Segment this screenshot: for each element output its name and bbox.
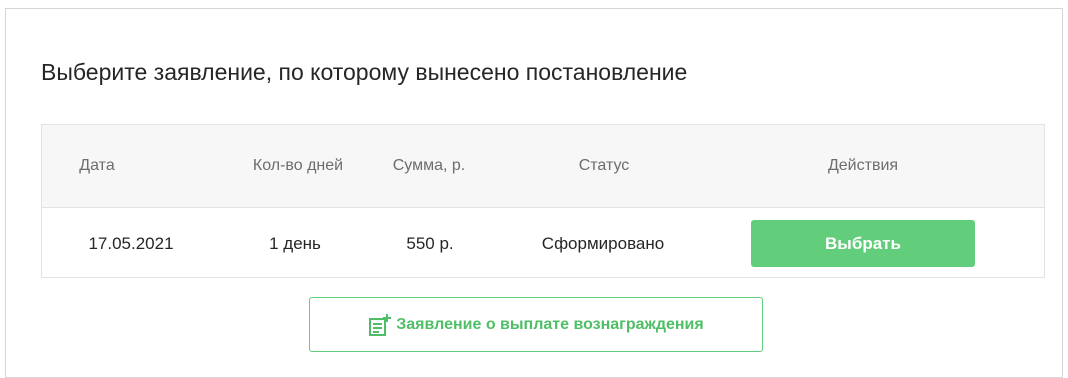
header-status: Статус — [578, 157, 630, 174]
add-application-label: Заявление о выплате вознаграждения — [396, 315, 704, 333]
add-application-button[interactable]: Заявление о выплате вознаграждения — [309, 297, 763, 352]
header-actions: Действия — [827, 157, 899, 174]
header-days: Кол-во дней — [252, 157, 344, 174]
row-amount: 550 р. — [406, 234, 454, 253]
row-date: 17.05.2021 — [88, 234, 174, 253]
table-header: Дата Кол-во дней Сумма, р. Статус Действ… — [42, 125, 1044, 208]
note-add-icon — [368, 313, 392, 337]
header-date: Дата — [79, 157, 115, 174]
page-title: Выберите заявление, по которому вынесено… — [41, 59, 688, 85]
row-status: Сформировано — [541, 234, 665, 253]
row-days: 1 день — [269, 234, 321, 253]
select-button[interactable]: Выбрать — [751, 220, 975, 267]
header-amount: Сумма, р. — [392, 157, 466, 174]
applications-table: Дата Кол-во дней Сумма, р. Статус Действ… — [41, 124, 1045, 278]
